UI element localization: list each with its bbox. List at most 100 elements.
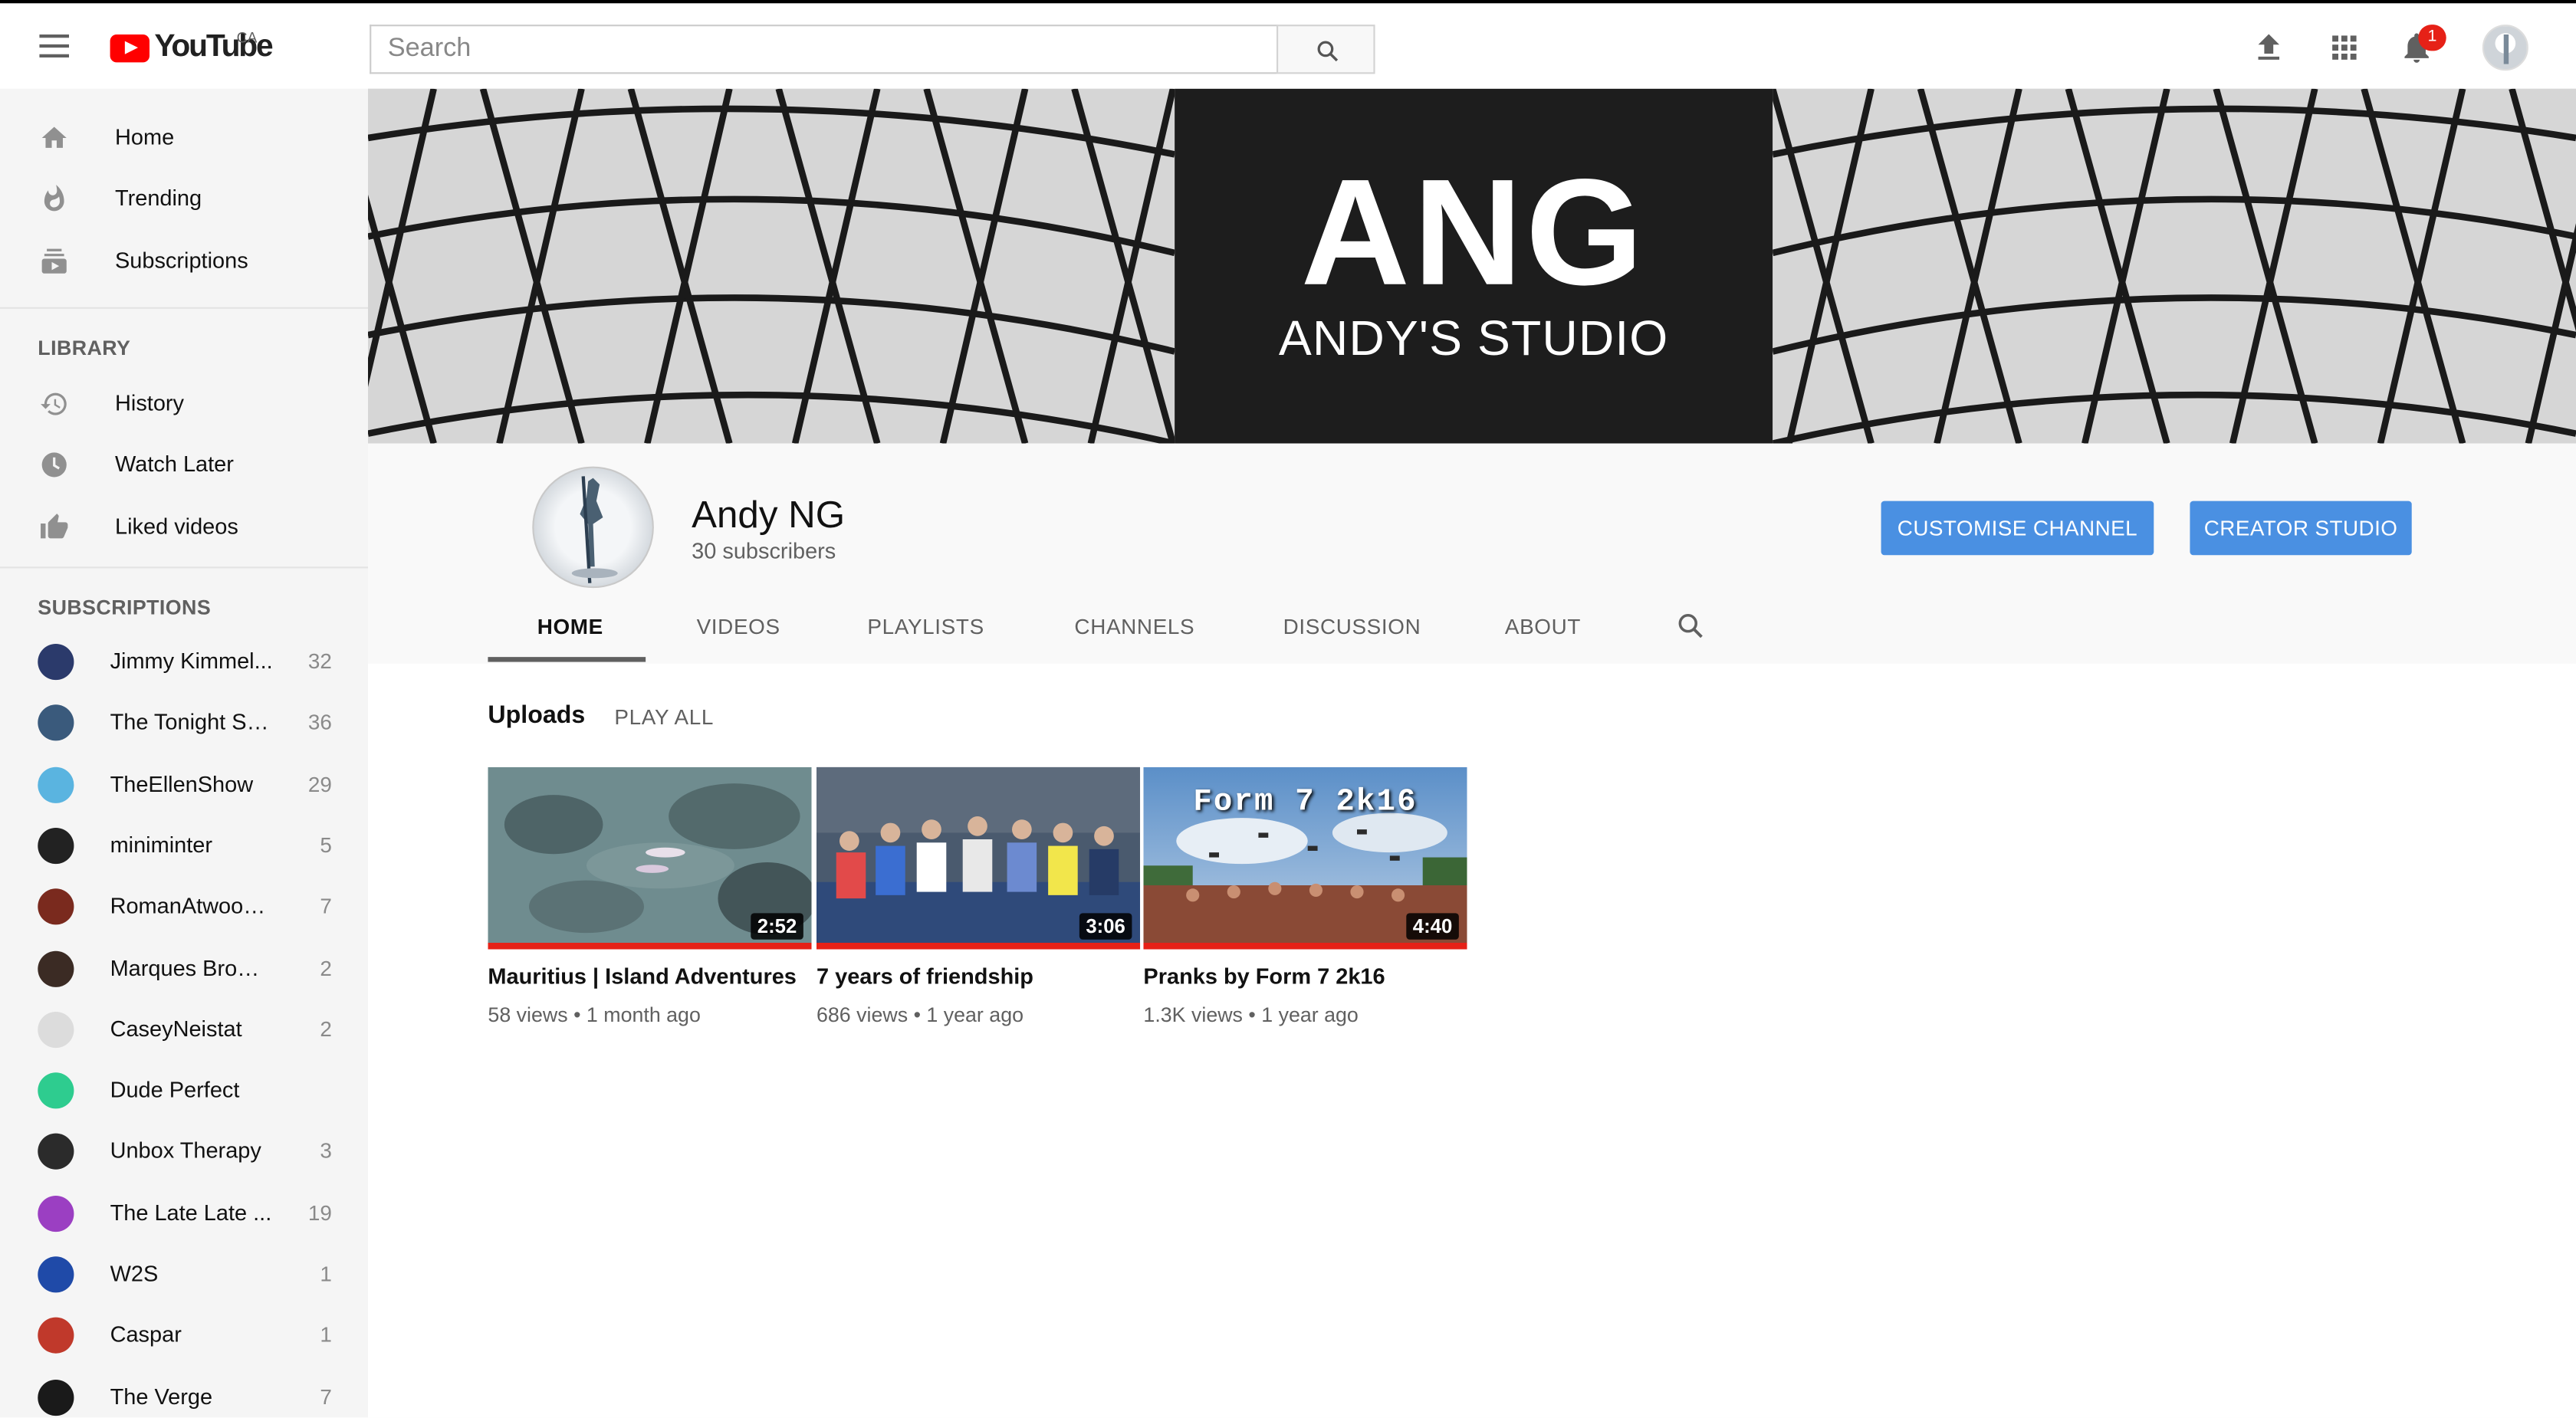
subscription-item[interactable]: W2S 1 [0, 1243, 368, 1304]
video-title[interactable]: Mauritius | Island Adventures [488, 964, 796, 989]
video-views: 58 views [488, 1003, 568, 1027]
sidebar-item-label: Home [115, 124, 175, 150]
channel-avatar [38, 1072, 74, 1109]
sidebar-item-subscriptions[interactable]: Subscriptions [0, 230, 368, 290]
subscription-item[interactable]: The Verge 7 [0, 1366, 368, 1417]
subscription-item[interactable]: The Tonight Sh... 36 [0, 692, 368, 753]
video-meta: 58 views • 1 month ago [488, 1003, 701, 1027]
video-thumbnail[interactable]: 3:06 [816, 766, 1141, 950]
subscription-name: Jimmy Kimmel... [110, 648, 273, 674]
subscription-name: Unbox Therapy [110, 1138, 261, 1164]
subscription-item[interactable]: Jimmy Kimmel... 32 [0, 631, 368, 691]
channel-avatar [38, 644, 74, 681]
youtube-channel-page: YouTube CA 1 Home Trending Subscriptions… [0, 0, 2576, 1418]
subscription-item[interactable]: miniminter 5 [0, 815, 368, 875]
subscription-item[interactable]: Dude Perfect [0, 1059, 368, 1120]
new-video-count: 32 [307, 648, 332, 674]
channel-search-icon[interactable] [1676, 611, 1706, 641]
subscription-item[interactable]: CaseyNeistat 2 [0, 998, 368, 1059]
video-thumbnail[interactable]: Form 7 2k16 4:40 [1143, 766, 1467, 950]
channel-avatar [38, 827, 74, 864]
sidebar-item-label: Liked videos [115, 514, 238, 539]
search-input[interactable] [370, 25, 1279, 74]
subscription-item[interactable]: Unbox Therapy 3 [0, 1121, 368, 1181]
banner-pattern-left [368, 88, 1175, 444]
subscription-item[interactable]: TheEllenShow 29 [0, 753, 368, 814]
subscription-item[interactable]: Marques Brownl... 2 [0, 937, 368, 998]
subscription-name: The Late Late ... [110, 1200, 272, 1225]
tab-home[interactable]: HOME [537, 614, 603, 638]
notification-badge: 1 [2418, 25, 2446, 51]
video-views: 1.3K views [1143, 1003, 1243, 1027]
video-card[interactable]: Form 7 2k16 4:40 Pranks by Form 7 2k16 1… [1143, 766, 1467, 1026]
upload-icon[interactable] [2251, 30, 2287, 66]
subscription-item[interactable]: The Late Late ... 19 [0, 1182, 368, 1242]
home-icon [41, 126, 67, 147]
sidebar-item-liked-videos[interactable]: Liked videos [0, 496, 368, 556]
video-meta: 1.3K views • 1 year ago [1143, 1003, 1359, 1027]
subscription-name: CaseyNeistat [110, 1016, 242, 1042]
subscription-name: Caspar [110, 1322, 182, 1347]
banner-pattern-right [1773, 88, 2576, 444]
history-icon [41, 392, 67, 415]
watched-progress-bar [488, 943, 812, 950]
video-duration: 4:40 [1406, 913, 1459, 940]
new-video-count: 2 [320, 955, 332, 980]
search-button[interactable] [1276, 25, 1375, 74]
active-tab-indicator [488, 657, 646, 662]
sidebar-item-label: Watch Later [115, 451, 234, 477]
video-meta: 686 views • 1 year ago [816, 1003, 1024, 1027]
sidebar-divider [0, 307, 369, 309]
new-video-count: 3 [320, 1138, 332, 1164]
creator-studio-button[interactable]: CREATOR STUDIO [2190, 501, 2412, 556]
channel-avatar [38, 704, 74, 742]
channel-avatar [38, 1318, 74, 1354]
subscription-name: Dude Perfect [110, 1077, 240, 1103]
subscriber-count: 30 subscribers [692, 538, 836, 564]
sidebar-item-watch-later[interactable]: Watch Later [0, 434, 368, 494]
subscriptions-section-title: SUBSCRIPTIONS [38, 596, 212, 619]
trending-icon [44, 184, 64, 211]
video-card[interactable]: 3:06 7 years of friendship 686 views • 1… [816, 766, 1141, 1026]
banner-title: ANG [1300, 149, 1647, 317]
menu-icon[interactable] [39, 34, 70, 58]
uploads-title[interactable]: Uploads [488, 701, 585, 729]
video-age: 1 month ago [586, 1003, 701, 1027]
channel-avatar [38, 1195, 74, 1232]
apps-icon[interactable] [2326, 30, 2362, 66]
youtube-play-icon [110, 33, 150, 62]
play-all-button[interactable]: PLAY ALL [614, 704, 714, 729]
channel-avatar [38, 888, 74, 925]
new-video-count: 1 [320, 1261, 332, 1286]
tab-videos[interactable]: VIDEOS [697, 614, 780, 638]
video-age: 1 year ago [1261, 1003, 1359, 1027]
liked-videos-icon [41, 513, 68, 538]
account-avatar[interactable] [2482, 25, 2528, 71]
subscription-item[interactable]: Caspar 1 [0, 1305, 368, 1365]
subscriptions-icon [41, 248, 67, 273]
tab-about[interactable]: ABOUT [1505, 614, 1581, 638]
new-video-count: 7 [320, 894, 332, 919]
subscription-name: The Tonight Sh... [110, 710, 274, 735]
video-title[interactable]: Pranks by Form 7 2k16 [1143, 964, 1385, 989]
watched-progress-bar [816, 943, 1141, 950]
sidebar-item-label: History [115, 391, 185, 416]
sidebar-item-history[interactable]: History [0, 373, 368, 433]
customise-channel-button[interactable]: CUSTOMISE CHANNEL [1881, 501, 2154, 556]
subscription-item[interactable]: RomanAtwoodV... 7 [0, 876, 368, 937]
tab-discussion[interactable]: DISCUSSION [1283, 614, 1421, 638]
tab-playlists[interactable]: PLAYLISTS [867, 614, 984, 638]
channel-avatar [38, 950, 74, 986]
new-video-count: 36 [307, 710, 332, 735]
tab-channels[interactable]: CHANNELS [1074, 614, 1194, 638]
sidebar-item-trending[interactable]: Trending [0, 168, 368, 228]
video-thumbnail[interactable]: 2:52 [488, 766, 812, 950]
channel-avatar [38, 1379, 74, 1416]
video-card[interactable]: 2:52 Mauritius | Island Adventures 58 vi… [488, 766, 812, 1026]
video-title[interactable]: 7 years of friendship [816, 964, 1033, 989]
channel-avatar[interactable] [532, 466, 654, 589]
banner-subtitle: ANDY'S STUDIO [1278, 312, 1669, 366]
channel-avatar [38, 1256, 74, 1293]
sidebar-item-home[interactable]: Home [0, 107, 368, 167]
subscription-name: Marques Brownl... [110, 955, 274, 980]
